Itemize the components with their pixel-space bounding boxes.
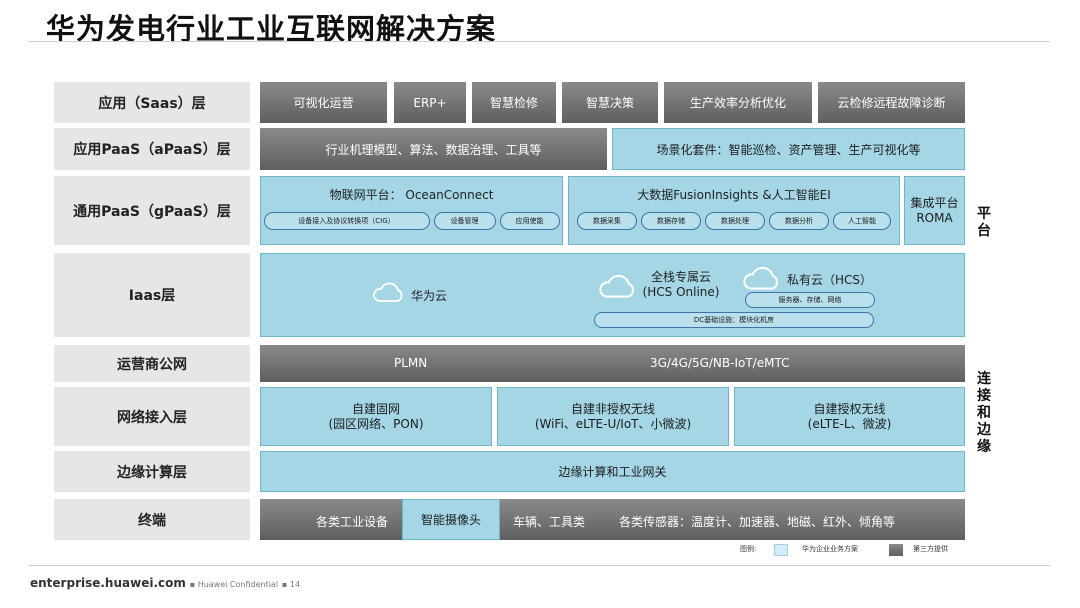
- layer-label-iaas: Iaas层: [54, 253, 250, 337]
- access-unlicensed-line1: 自建非授权无线: [570, 401, 655, 416]
- side-connect-char3: 和: [977, 405, 991, 421]
- terminal-smart-camera: 智能摄像头: [402, 499, 500, 540]
- bigdata-item-store: 数据存储: [641, 212, 701, 230]
- dedicated-cloud-icon: [599, 274, 635, 298]
- access-fixed-line1: 自建固网: [351, 401, 400, 416]
- saas-app-efficiency: 生产效率分析优化: [664, 82, 812, 123]
- private-cloud-items: 服务器、存储、网络: [745, 292, 875, 308]
- bigdata-title: 大数据FusionInsights &人工智能EI: [637, 188, 831, 202]
- access-licensed-line1: 自建授权无线: [813, 401, 886, 416]
- terminal-block: 各类工业设备 车辆、工具类 各类传感器：温度计、加速器、地磁、红外、倾角等: [260, 499, 965, 540]
- side-label-platform: 平 台: [974, 206, 994, 240]
- mobile-tech-label: 3G/4G/5G/NB-IoT/eMTC: [650, 356, 790, 370]
- apaas-scenario-kit-block: 场景化套件：智能巡检、资产管理、生产可视化等: [612, 128, 965, 170]
- gpaas-iot-platform: 物联网平台： OceanConnect 设备接入及协议转换项（CIG） 设备管理…: [260, 176, 563, 245]
- side-connect-char1: 连: [977, 371, 991, 387]
- footer-divider: [28, 565, 1050, 566]
- layer-label-apaas: 应用PaaS（aPaaS）层: [54, 128, 250, 170]
- saas-app-smart-decision: 智慧决策: [562, 82, 658, 123]
- iot-item-device-mgmt: 设备管理: [433, 212, 496, 230]
- footer-page-number: 14: [289, 580, 301, 589]
- legend-third-party-label: 第三方提供: [913, 545, 948, 553]
- iot-platform-title: 物联网平台： OceanConnect: [329, 188, 494, 202]
- terminal-vehicles: 车辆、工具类: [513, 515, 586, 529]
- huawei-cloud-icon: [373, 282, 403, 302]
- legend-third-party-swatch: [889, 544, 903, 556]
- side-connect-char5: 缘: [977, 439, 991, 455]
- terminal-sensors: 各类传感器：温度计、加速器、地磁、红外、倾角等: [619, 515, 896, 529]
- private-cloud-icon: [743, 266, 779, 290]
- footer-dot-1: ▪: [189, 580, 198, 589]
- title-divider: [28, 41, 1050, 42]
- access-unlicensed-wireless: 自建非授权无线 (WiFi、eLTE-U/IoT、小微波): [497, 387, 729, 446]
- saas-app-visual-ops: 可视化运营: [260, 82, 387, 123]
- dedicated-cloud-line2: (HCS Online): [642, 285, 720, 299]
- terminal-industrial: 各类工业设备: [316, 515, 389, 529]
- dc-infrastructure: DC基础设施：模块化机房: [594, 312, 874, 328]
- legend-huawei-swatch: [774, 544, 788, 556]
- saas-app-smart-maintenance: 智慧检修: [472, 82, 556, 123]
- layer-label-gpaas: 通用PaaS（gPaaS）层: [54, 176, 250, 245]
- layer-label-operator: 运营商公网: [54, 345, 250, 382]
- access-licensed-wireless: 自建授权无线 (eLTE-L、微波): [734, 387, 965, 446]
- edge-computing-block: 边缘计算和工业网关: [260, 451, 965, 492]
- roma-line1: 集成平台: [910, 195, 959, 210]
- gpaas-bigdata-ai: 大数据FusionInsights &人工智能EI 数据采集 数据存储 数据处理…: [568, 176, 900, 245]
- huawei-cloud-label: 华为云: [411, 289, 448, 303]
- side-label-connect-edge: 连 接 和 边 缘: [974, 371, 994, 456]
- plmn-label: PLMN: [394, 356, 428, 370]
- access-unlicensed-line2: (WiFi、eLTE-U/IoT、小微波): [534, 416, 692, 431]
- iaas-block: 华为云 全栈专属云 (HCS Online) 私有云（HCS） 服务器、存储、网…: [260, 253, 965, 337]
- iot-item-app-enable: 应用使能: [499, 212, 560, 230]
- side-connect-char4: 边: [977, 422, 991, 438]
- footer-confidential: Huawei Confidential: [197, 580, 279, 589]
- saas-app-remote-diagnosis: 云检修远程故障诊断: [818, 82, 965, 123]
- access-fixed-network: 自建固网 (园区网络、PON): [260, 387, 492, 446]
- iot-item-cig: 设备接入及协议转换项（CIG）: [263, 212, 430, 230]
- side-connect-char2: 接: [977, 388, 991, 404]
- roma-line2: ROMA: [916, 210, 953, 225]
- gpaas-roma-block: 集成平台 ROMA: [904, 176, 965, 245]
- bigdata-item-analyze: 数据分析: [769, 212, 829, 230]
- side-platform-char1: 平: [977, 206, 991, 222]
- operator-network-block: PLMN 3G/4G/5G/NB-IoT/eMTC: [260, 345, 965, 382]
- legend-huawei-label: 华为企业业务方案: [802, 545, 858, 553]
- bigdata-item-collect: 数据采集: [577, 212, 637, 230]
- legend-label: 图例:: [740, 545, 757, 553]
- layer-label-edge: 边缘计算层: [54, 451, 250, 492]
- side-platform-char2: 台: [977, 223, 991, 239]
- footer-dot-2: ▪: [281, 580, 290, 589]
- apaas-models-block: 行业机理模型、算法、数据治理、工具等: [260, 128, 607, 170]
- footer-site: enterprise.huawei.com: [30, 576, 186, 590]
- layer-label-access: 网络接入层: [54, 387, 250, 446]
- saas-app-erp: ERP+: [394, 82, 466, 123]
- footer: enterprise.huawei.com ▪ Huawei Confident…: [30, 576, 300, 590]
- private-cloud-label: 私有云（HCS）: [787, 273, 873, 287]
- layer-label-terminal: 终端: [54, 499, 250, 540]
- bigdata-item-process: 数据处理: [705, 212, 765, 230]
- layer-label-saas: 应用（Saas）层: [54, 82, 250, 123]
- access-fixed-line2: (园区网络、PON): [328, 416, 424, 431]
- access-licensed-line2: (eLTE-L、微波): [807, 416, 892, 431]
- dedicated-cloud-line1: 全栈专属云: [650, 270, 711, 284]
- dedicated-cloud-label: 全栈专属云 (HCS Online): [639, 270, 723, 300]
- bigdata-item-ai: 人工智能: [833, 212, 891, 230]
